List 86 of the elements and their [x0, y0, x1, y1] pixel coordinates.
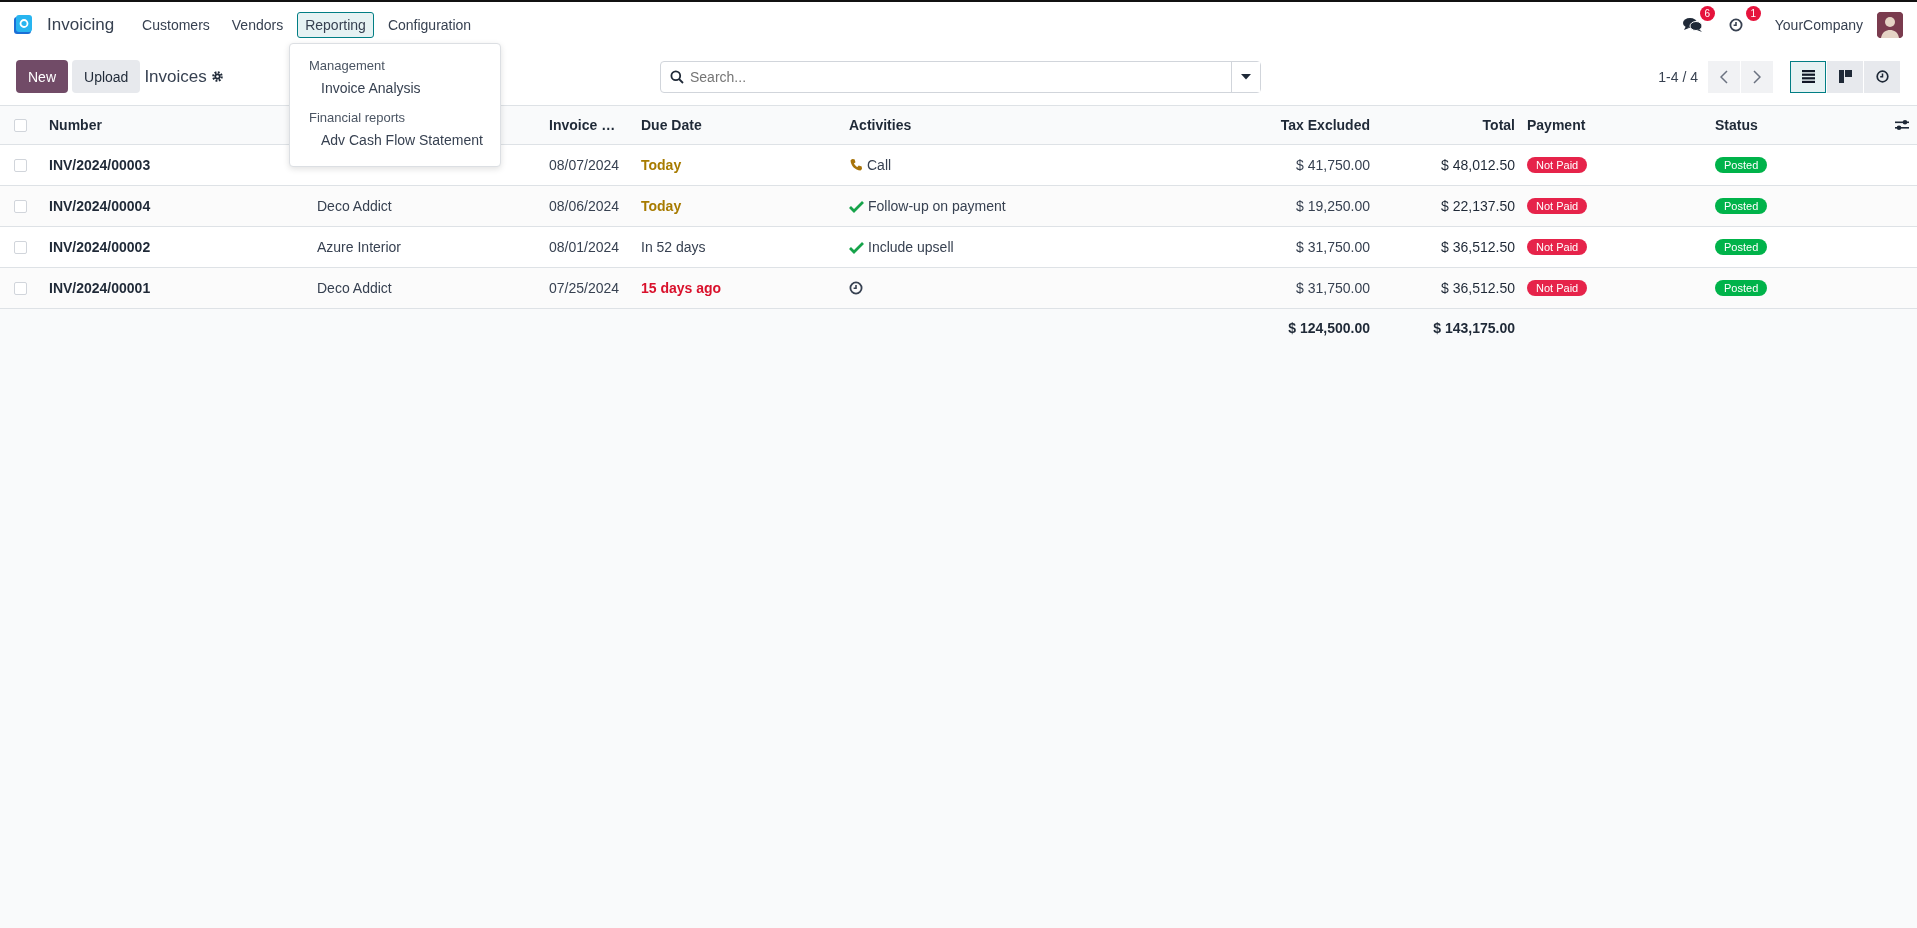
row-checkbox[interactable] — [14, 240, 27, 254]
menu-section-header: Financial reports — [308, 109, 407, 127]
page-title: Invoices — [144, 66, 207, 87]
chevron-right-icon — [1753, 69, 1761, 84]
status-badge: Not Paid — [1527, 239, 1588, 255]
list-icon — [1801, 70, 1815, 83]
caret-icon — [1241, 73, 1251, 80]
table-cell: $ 41,750.00 — [1296, 157, 1370, 173]
column-header[interactable]: Payment — [1527, 117, 1586, 133]
notification-badge: 6 — [1699, 6, 1715, 21]
upload-button[interactable]: Upload — [72, 60, 141, 93]
table-cell: INV/2024/00001 — [49, 280, 151, 296]
status-badge: Posted — [1715, 239, 1768, 255]
column-header[interactable]: Tax Excluded — [1280, 117, 1370, 133]
column-header[interactable]: Invoice … — [549, 117, 616, 133]
column-settings-icon[interactable] — [1895, 119, 1909, 131]
dropdown-item[interactable]: Invoice Analysis — [290, 76, 500, 104]
table-cell: Deco Addict — [317, 198, 392, 214]
row-checkbox[interactable] — [14, 281, 27, 295]
new-button[interactable]: New — [16, 60, 68, 93]
table-cell: 07/25/2024 — [549, 280, 620, 296]
status-badge: Posted — [1715, 280, 1768, 296]
activity-text[interactable]: Call — [867, 157, 892, 173]
total-cell: $ 124,500.00 — [1288, 320, 1370, 336]
clock-icon — [849, 281, 863, 295]
table-cell: INV/2024/00003 — [49, 157, 151, 173]
table-cell: Deco Addict — [317, 280, 392, 296]
table-cell: 08/07/2024 — [549, 157, 620, 173]
notification-badge: 1 — [1745, 6, 1761, 21]
search-icon — [670, 69, 684, 84]
app-logo-icon[interactable] — [14, 15, 34, 35]
dropdown-item[interactable]: Adv Cash Flow Statement — [290, 128, 500, 156]
view-switch-button[interactable] — [1790, 60, 1826, 93]
view-switch-button[interactable] — [1864, 60, 1900, 93]
menu-item[interactable]: Configuration — [379, 12, 480, 38]
status-badge: Not Paid — [1527, 198, 1588, 214]
table-cell: $ 22,137.50 — [1441, 198, 1515, 214]
view-switch-button[interactable] — [1827, 60, 1863, 93]
clock-icon — [1875, 70, 1889, 83]
app-name[interactable]: Invoicing — [47, 15, 115, 35]
table-cell: 15 days ago — [641, 280, 722, 296]
menu-section-header: Management — [308, 57, 386, 75]
settings-icon[interactable] — [210, 70, 224, 83]
activity-text[interactable]: Follow-up on payment — [868, 198, 1006, 214]
row-checkbox[interactable] — [14, 158, 27, 172]
kanban-icon — [1838, 70, 1852, 83]
column-header[interactable]: Total — [1482, 117, 1515, 133]
table-cell: INV/2024/00002 — [49, 239, 151, 255]
status-badge: Posted — [1715, 157, 1768, 173]
menu-item[interactable]: Vendors — [223, 12, 292, 38]
column-header[interactable]: Number — [49, 117, 102, 133]
table-cell: Today — [641, 198, 682, 214]
table-cell: In 52 days — [641, 239, 706, 255]
table-cell: 08/06/2024 — [549, 198, 620, 214]
table-cell: INV/2024/00004 — [49, 198, 151, 214]
status-badge: Not Paid — [1527, 157, 1588, 173]
check-icon — [849, 240, 864, 254]
table-cell: $ 48,012.50 — [1441, 157, 1515, 173]
company-name[interactable]: YourCompany — [1774, 17, 1863, 33]
chat-icon[interactable] — [1682, 17, 1703, 33]
table-cell: 08/01/2024 — [549, 239, 620, 255]
table-cell: $ 31,750.00 — [1296, 239, 1370, 255]
column-header[interactable]: Activities — [849, 117, 912, 133]
table-cell: $ 36,512.50 — [1441, 280, 1515, 296]
column-header[interactable]: Status — [1715, 117, 1758, 133]
table-cell: $ 19,250.00 — [1296, 198, 1370, 214]
menu-item[interactable]: Customers — [134, 12, 218, 38]
table-cell: Azure Interior — [317, 239, 402, 255]
search-options-button[interactable] — [1231, 61, 1260, 92]
check-icon — [849, 199, 864, 213]
column-header[interactable]: Due Date — [641, 117, 702, 133]
select-all-checkbox[interactable] — [14, 118, 27, 132]
row-checkbox[interactable] — [14, 199, 27, 213]
status-badge: Posted — [1715, 198, 1768, 214]
pager-text: 1-4 / 4 — [1658, 68, 1698, 85]
menu-item[interactable]: Reporting — [297, 12, 374, 38]
table-cell: Today — [641, 157, 682, 173]
status-badge: Not Paid — [1527, 280, 1588, 296]
chevron-left-icon — [1720, 69, 1728, 84]
table-cell: $ 36,512.50 — [1441, 239, 1515, 255]
phone-icon — [849, 158, 863, 172]
activity-text[interactable]: Include upsell — [868, 239, 954, 255]
clock-icon — [1728, 18, 1743, 32]
table-cell: $ 31,750.00 — [1296, 280, 1370, 296]
avatar-icon[interactable] — [1877, 12, 1903, 38]
total-cell: $ 143,175.00 — [1433, 320, 1515, 336]
